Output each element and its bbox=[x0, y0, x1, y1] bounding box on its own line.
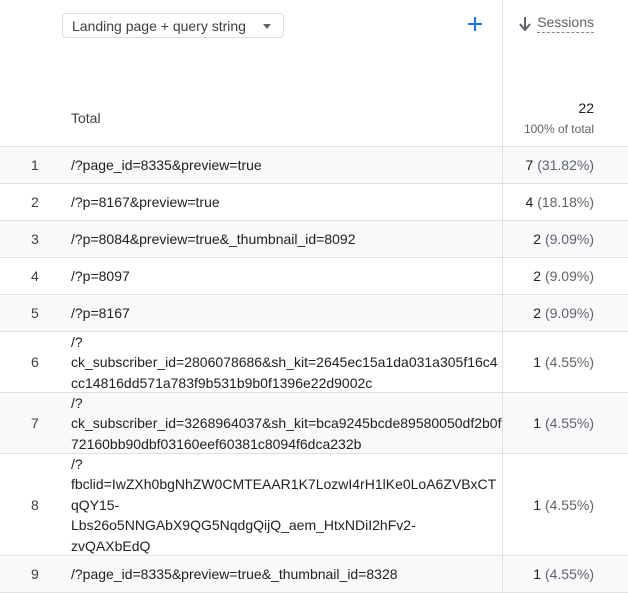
sessions-value: 1 bbox=[533, 496, 542, 513]
dimension-header: Landing page + query string Total bbox=[0, 0, 502, 146]
row-index: 1 bbox=[31, 157, 39, 173]
table-body: 1 /?page_id=8335&preview=true 7 (31.82%) 2 /… bbox=[0, 147, 628, 593]
sessions-percent: (9.09%) bbox=[544, 231, 594, 247]
report-table: Landing page + query string Total Sessio… bbox=[0, 0, 628, 593]
sessions-percent: (18.18%) bbox=[537, 194, 594, 210]
sessions-cell: 1 (4.55%) bbox=[502, 393, 628, 453]
row-index: 7 bbox=[31, 415, 39, 431]
dimension-dropdown[interactable]: Landing page + query string bbox=[62, 13, 284, 38]
plus-icon bbox=[468, 17, 482, 31]
sessions-value: 2 bbox=[533, 305, 542, 321]
row-index: 6 bbox=[31, 354, 39, 370]
row-index: 2 bbox=[31, 194, 39, 210]
table-row[interactable]: 3 /?p=8084&preview=true&_thumbnail_id=809… bbox=[0, 221, 628, 258]
sessions-value: 2 bbox=[533, 231, 542, 247]
sessions-cell: 1 (4.55%) bbox=[502, 332, 628, 392]
sessions-percent: (9.09%) bbox=[544, 305, 594, 321]
landing-page-cell: /?p=8084&preview=true&_thumbnail_id=8092 bbox=[71, 230, 356, 247]
sessions-value: 4 bbox=[525, 194, 534, 210]
landing-page-cell: /? ck_subscriber_id=3268964037&sh_kit=bca… bbox=[71, 395, 502, 452]
caret-down-icon bbox=[263, 24, 271, 29]
dimension-dropdown-label: Landing page + query string bbox=[72, 17, 246, 34]
total-label: Total bbox=[71, 110, 101, 126]
table-row[interactable]: 8 /? fbclid=IwZXh0bgNhZW0CMTEAAR1K7LozwI4r… bbox=[0, 454, 628, 556]
sessions-value: 7 bbox=[525, 157, 534, 173]
table-row[interactable]: 5 /?p=8167 2 (9.09%) bbox=[0, 295, 628, 332]
sessions-percent: (31.82%) bbox=[537, 157, 594, 173]
landing-page-cell: /?p=8097 bbox=[71, 267, 130, 284]
table-row[interactable]: 4 /?p=8097 2 (9.09%) bbox=[0, 258, 628, 295]
sessions-cell: 2 (9.09%) bbox=[502, 258, 628, 294]
sessions-column-label: Sessions bbox=[537, 14, 594, 33]
row-index: 9 bbox=[31, 566, 39, 582]
row-index: 4 bbox=[31, 268, 39, 284]
table-row[interactable]: 6 /? ck_subscriber_id=2806078686&sh_kit=26… bbox=[0, 332, 628, 393]
sessions-cell: 1 (4.55%) bbox=[502, 556, 628, 592]
sessions-percent: (4.55%) bbox=[544, 415, 594, 431]
landing-page-cell: /?page_id=8335&preview=true bbox=[71, 156, 262, 173]
sessions-column-header[interactable]: Sessions bbox=[519, 14, 594, 33]
row-index: 8 bbox=[31, 496, 39, 513]
sessions-cell: 2 (9.09%) bbox=[502, 221, 628, 257]
sessions-cell: 4 (18.18%) bbox=[502, 184, 628, 220]
table-row[interactable]: 9 /?page_id=8335&preview=true&_thumbnail_… bbox=[0, 556, 628, 593]
landing-page-cell: /?p=8167&preview=true bbox=[71, 193, 220, 210]
sessions-value: 1 bbox=[533, 415, 542, 431]
landing-page-cell: /?page_id=8335&preview=true&_thumbnail_i… bbox=[71, 565, 398, 582]
sessions-cell: 7 (31.82%) bbox=[502, 147, 628, 183]
metric-header: Sessions 22 100% of total bbox=[502, 0, 628, 146]
landing-page-cell: /? fbclid=IwZXh0bgNhZW0CMTEAAR1K7LozwI4rH… bbox=[71, 456, 497, 554]
sessions-value: 1 bbox=[533, 354, 542, 370]
row-index: 3 bbox=[31, 231, 39, 247]
sessions-percent: (4.55%) bbox=[544, 566, 594, 582]
sessions-cell: 1 (4.55%) bbox=[502, 454, 628, 555]
table-row[interactable]: 7 /? ck_subscriber_id=3268964037&sh_kit=bc… bbox=[0, 393, 628, 454]
landing-page-cell: /? ck_subscriber_id=2806078686&sh_kit=264… bbox=[71, 334, 498, 391]
sessions-percent: (4.55%) bbox=[544, 354, 594, 370]
landing-page-cell: /?p=8167 bbox=[71, 304, 130, 321]
total-percent: 100% of total bbox=[523, 122, 594, 136]
sessions-percent: (9.09%) bbox=[544, 268, 594, 284]
sessions-value: 1 bbox=[533, 566, 542, 582]
sessions-cell: 2 (9.09%) bbox=[502, 295, 628, 331]
add-dimension-button[interactable] bbox=[464, 13, 486, 35]
table-row[interactable]: 1 /?page_id=8335&preview=true 7 (31.82%) bbox=[0, 147, 628, 184]
total-value: 22 bbox=[578, 100, 594, 116]
row-index: 5 bbox=[31, 305, 39, 321]
table-header: Landing page + query string Total Sessio… bbox=[0, 0, 628, 147]
sessions-value: 2 bbox=[533, 268, 542, 284]
sessions-percent: (4.55%) bbox=[544, 496, 594, 513]
arrow-down-icon bbox=[519, 16, 531, 31]
table-row[interactable]: 2 /?p=8167&preview=true 4 (18.18%) bbox=[0, 184, 628, 221]
